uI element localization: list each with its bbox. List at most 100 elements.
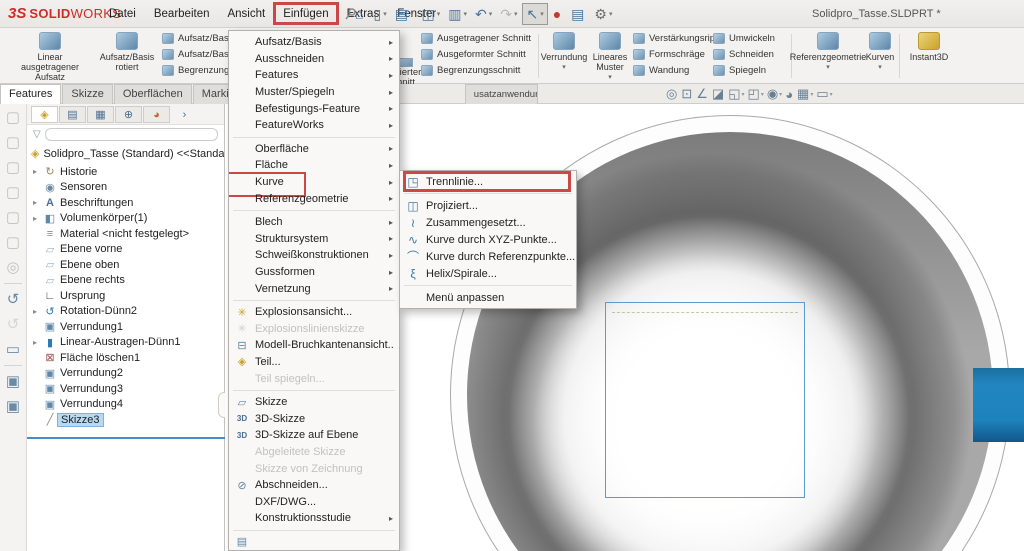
feature-manager-tab[interactable]: ⊕ (115, 106, 142, 123)
submenu-item[interactable] (400, 282, 576, 289)
view-tool-button[interactable]: ◱ ▾ (728, 86, 744, 102)
tree-item[interactable]: ▸ A Beschriftungen (27, 195, 224, 211)
expand-arrow-icon[interactable]: ▸ (33, 214, 43, 223)
dropdown-caret-icon[interactable]: ▾ (878, 63, 882, 71)
tree-item[interactable]: ▸ ▱ Ebene rechts (27, 273, 224, 289)
view-tool-button[interactable]: ∠ (696, 86, 709, 102)
view-tool-button[interactable]: ◉ ▾ (767, 86, 782, 102)
dropdown-menu-item[interactable]: ▸ (229, 387, 399, 394)
ribbon-button-reference-geometry[interactable]: Referenzgeometrie ▾ (794, 30, 862, 82)
left-toolbar-button[interactable]: ↺ (7, 315, 20, 334)
dropdown-caret-icon[interactable]: ▾ (562, 63, 566, 71)
submenu-item[interactable]: ∿ Kurve durch XYZ-Punkte... (400, 231, 576, 248)
tree-item[interactable]: ▸ ↻ Historie (27, 164, 224, 180)
quick-access-button[interactable]: ↖ ▾ (522, 3, 547, 25)
ribbon-button-extruded-boss[interactable]: Linear ausgetragener Aufsatz (8, 30, 92, 82)
dropdown-caret-icon[interactable]: ▾ (463, 10, 467, 18)
ribbon-button-revolved-boss[interactable]: Aufsatz/Basis rotiert (94, 30, 160, 82)
tree-item[interactable]: ▸ ▣ Verrundung4 (27, 397, 224, 413)
submenu-item[interactable]: ≀ Zusammengesetzt... (400, 214, 576, 231)
dropdown-menu-item[interactable]: Befestigungs-Feature ▸ (229, 100, 399, 117)
tree-item[interactable]: ▸ ▣ Verrundung3 (27, 381, 224, 397)
view-tool-button[interactable]: ◎ (666, 86, 678, 102)
dropdown-menu-item[interactable]: ▸ (229, 297, 399, 304)
left-toolbar-button[interactable]: ▢ (6, 158, 20, 177)
dropdown-menu-item[interactable]: Ausschneiden ▸ (229, 51, 399, 68)
dropdown-menu-item[interactable]: 3D 3D-Skizze auf Ebene ▸ (229, 427, 399, 444)
dropdown-menu-item[interactable]: ▸ (229, 527, 399, 534)
sketch-rectangle[interactable] (605, 302, 805, 498)
quick-access-button[interactable]: ↶ ▾ (472, 4, 495, 24)
ribbon-button-curves[interactable]: Kurven ▾ (863, 30, 897, 82)
tree-item[interactable]: ▸ ◉ Sensoren (27, 180, 224, 196)
dropdown-menu-item[interactable]: Muster/Spiegeln ▸ (229, 84, 399, 101)
view-tool-button[interactable]: ▭ ▾ (816, 86, 832, 102)
submenu-item[interactable]: ⌒ Kurve durch Referenzpunkte... (400, 248, 576, 265)
tree-filter-input[interactable] (45, 128, 218, 141)
dropdown-menu-item[interactable]: Oberfläche ▸ (229, 141, 399, 158)
view-tool-button[interactable]: ◰ ▾ (748, 86, 764, 102)
dropdown-caret-icon[interactable]: ▾ (826, 63, 830, 71)
submenu-item[interactable]: Menü anpassen (400, 289, 576, 306)
dropdown-menu-item[interactable]: Abgeleitete Skizze ▸ (229, 444, 399, 461)
left-toolbar-button[interactable]: ◎ (6, 258, 19, 277)
dropdown-caret-icon[interactable]: ▾ (830, 91, 833, 98)
expand-arrow-icon[interactable]: ▸ (33, 307, 43, 316)
ribbon-stack-button[interactable]: Spiegeln (713, 64, 789, 77)
expand-arrow-icon[interactable]: ▸ (33, 338, 43, 347)
dropdown-menu-item[interactable]: DXF/DWG... ▸ (229, 493, 399, 510)
tree-item[interactable]: ▸ ⊠ Fläche löschen1 (27, 350, 224, 366)
quick-access-button[interactable]: ↷ ▾ (497, 4, 520, 24)
ribbon-stack-button[interactable]: Begrenzungsschnitt (421, 64, 539, 77)
dropdown-menu-item[interactable]: Kurve ▸ (229, 174, 399, 191)
dropdown-menu-item[interactable]: ▸ (229, 134, 399, 141)
dropdown-menu-item[interactable]: Teil spiegeln... ▸ (229, 370, 399, 387)
quick-access-button[interactable]: ▯ ▾ (370, 4, 389, 24)
menu-item[interactable]: Datei (100, 5, 145, 23)
mug-handle[interactable] (973, 368, 1024, 442)
dropdown-caret-icon[interactable]: ▾ (437, 10, 441, 18)
ribbon-stack-button[interactable]: Schneiden (713, 48, 789, 61)
tree-item[interactable]: ▸ ↺ Rotation-Dünn2 (27, 304, 224, 320)
left-toolbar-button[interactable]: ▣ (6, 372, 20, 391)
dropdown-menu-item[interactable]: Aufsatz/Basis ▸ (229, 34, 399, 51)
dropdown-caret-icon[interactable]: ▾ (489, 10, 493, 18)
dropdown-caret-icon[interactable]: ▾ (383, 10, 387, 18)
feature-manager-tab[interactable]: ◕ (143, 106, 170, 123)
view-tool-button[interactable]: ◕ (785, 87, 794, 102)
tree-item[interactable]: ▸ ≡ Material <nicht festgelegt> (27, 226, 224, 242)
left-toolbar-button[interactable]: ↺ (7, 290, 20, 309)
expand-arrow-icon[interactable]: ▸ (33, 167, 43, 176)
dropdown-menu-item[interactable]: Struktursystem ▸ (229, 231, 399, 248)
tree-item[interactable]: ▸ ▣ Verrundung2 (27, 366, 224, 382)
left-toolbar-button[interactable] (4, 283, 22, 284)
view-tool-button[interactable]: ⊡ (681, 86, 693, 102)
left-toolbar-button[interactable]: ▢ (6, 108, 20, 127)
menu-item[interactable]: Bearbeiten (145, 5, 219, 23)
ribbon-stack-button[interactable]: Ausgetragener Schnitt (421, 32, 539, 45)
quick-access-button[interactable]: ⚙ ▾ (591, 4, 615, 24)
dropdown-menu-item[interactable]: Skizze von Zeichnung ▸ (229, 460, 399, 477)
dropdown-caret-icon[interactable]: ▾ (779, 91, 782, 98)
left-toolbar-button[interactable]: ▣ (6, 397, 20, 416)
view-tool-button[interactable]: ▦ ▾ (797, 86, 813, 102)
quick-access-button[interactable]: ● (550, 4, 566, 24)
left-toolbar-button[interactable] (4, 365, 22, 366)
dropdown-menu-item[interactable]: Konstruktionsstudie ▸ (229, 510, 399, 527)
ribbon-tab[interactable]: Skizze (62, 84, 112, 104)
quick-access-button[interactable]: ▤ (568, 4, 589, 24)
tree-root-item[interactable]: ◈ Solidpro_Tasse (Standard) <<Standard>_ (27, 143, 224, 162)
submenu-item[interactable]: ◳ Trennlinie... (400, 173, 576, 190)
dropdown-menu-item[interactable]: Gussformen ▸ (229, 264, 399, 281)
dropdown-menu-item[interactable]: ✳ Explosionslinienskizze ▸ (229, 321, 399, 338)
ribbon-tab[interactable]: Oberflächen (114, 84, 192, 104)
left-toolbar-button[interactable]: ▢ (6, 208, 20, 227)
dropdown-menu-item[interactable]: ◈ Teil... ▸ (229, 354, 399, 371)
menu-item[interactable]: Ansicht (218, 5, 274, 23)
view-tool-button[interactable]: ◪ (712, 86, 725, 102)
tree-item[interactable]: ▸ ▮ Linear-Austragen-Dünn1 (27, 335, 224, 351)
feature-manager-tab[interactable]: ◈ (31, 106, 58, 123)
dropdown-menu-item[interactable]: ⊘ Abschneiden... ▸ (229, 477, 399, 494)
dropdown-menu-item[interactable]: 3D 3D-Skizze ▸ (229, 410, 399, 427)
tree-item[interactable]: ▸ ▱ Ebene vorne (27, 242, 224, 258)
